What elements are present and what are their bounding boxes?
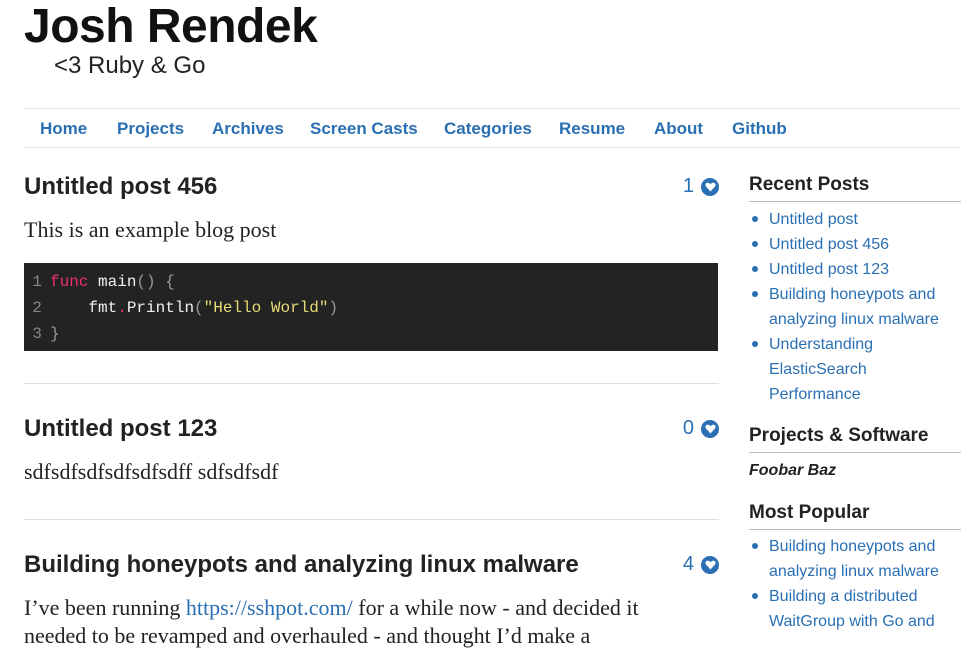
comment-count-value: 0 [682,417,694,439]
heart-icon [701,419,719,438]
recent-post-item[interactable]: Understanding ElasticSearch Performance [749,332,961,407]
post-body: This is an example blog post [24,217,277,242]
recent-post-item[interactable]: Untitled post 123 [749,257,961,282]
post-body-text: for a while now - and decided it [352,595,639,620]
code-string: "Hello World" [203,299,329,317]
project-item[interactable]: Foobar Baz [749,462,836,480]
code-line: 2 fmt.Println("Hello World") [24,295,338,321]
comment-count[interactable]: 1 [683,175,719,198]
recent-post-item[interactable]: Untitled post [749,207,961,232]
post-divider [24,383,719,384]
code-object: fmt [88,299,118,317]
post-body-line: needed to be revamped and overhauled - a… [24,623,591,648]
nav-projects-link[interactable]: Projects [117,119,184,139]
code-dot: . [117,299,127,317]
recent-posts-heading: Recent Posts [749,174,870,195]
post-title[interactable]: Untitled post 456 [24,173,217,201]
heading-rule [749,529,961,530]
heading-rule [749,452,961,453]
post-body-text: I’ve been running [24,595,186,620]
nav-github-link[interactable]: Github [732,119,787,139]
nav-resume-link[interactable]: Resume [559,119,625,139]
code-func-name: main [98,273,137,291]
code-punct: } [50,325,60,343]
nav-home-link[interactable]: Home [40,119,87,139]
code-line: 3} [24,321,60,347]
post-untitled-123: Untitled post 123 0 sdfsdfsdfsdfsdfsdff … [24,415,719,495]
nav-archives-link[interactable]: Archives [212,119,284,139]
code-paren-open: ( [194,299,204,317]
most-popular-heading: Most Popular [749,502,870,523]
comment-count[interactable]: 4 [683,553,719,576]
post-building-honeypots: Building honeypots and analyzing linux m… [24,551,719,651]
post-untitled-456: Untitled post 456 1 This is an example b… [24,173,719,353]
code-line: 1 func main() { [24,269,175,295]
comment-count-value: 1 [682,175,694,197]
site-subtitle: <3 Ruby & Go [54,52,206,79]
nav-screen-casts-link[interactable]: Screen Casts [310,119,418,139]
post-body: I’ve been running https://sshpot.com/ fo… [24,595,639,621]
heart-icon [701,555,719,574]
recent-post-item[interactable]: Building honeypots and analyzing linux ma… [749,282,961,332]
main-nav: Home Projects Archives Screen Casts Cate… [24,108,960,148]
site-title[interactable]: Josh Rendek [24,0,318,54]
code-block: 1 func main() { 2 fmt.Println("Hello Worl… [24,263,718,351]
post-title[interactable]: Building honeypots and analyzing linux m… [24,551,579,579]
post-body: sdfsdfsdfsdfsdfsdff sdfsdfsdf [24,459,279,484]
recent-post-item[interactable]: Untitled post 456 [749,232,961,257]
line-number: 3 [32,325,42,343]
code-punct: () { [136,273,175,291]
post-divider [24,519,719,520]
most-popular-list: Building honeypots and analyzing linux ma… [749,534,961,634]
heading-rule [749,201,961,202]
code-keyword: func [50,273,89,291]
code-paren-close: ) [328,299,339,317]
popular-post-item[interactable]: Building a distributed WaitGroup with Go … [749,584,961,634]
heart-icon [701,177,719,196]
comment-count-value: 4 [682,553,694,575]
comment-count[interactable]: 0 [683,417,719,440]
popular-post-item[interactable]: Building honeypots and analyzing linux ma… [749,534,961,584]
recent-posts-list: Untitled post Untitled post 456 Untitled… [749,207,961,407]
line-number: 2 [32,299,42,317]
projects-heading: Projects & Software [749,425,929,446]
line-number: 1 [32,273,42,291]
post-title[interactable]: Untitled post 123 [24,415,217,443]
sshpot-link[interactable]: https://sshpot.com/ [186,595,353,620]
nav-categories-link[interactable]: Categories [444,119,532,139]
nav-about-link[interactable]: About [654,119,703,139]
code-method: Println [126,299,195,317]
